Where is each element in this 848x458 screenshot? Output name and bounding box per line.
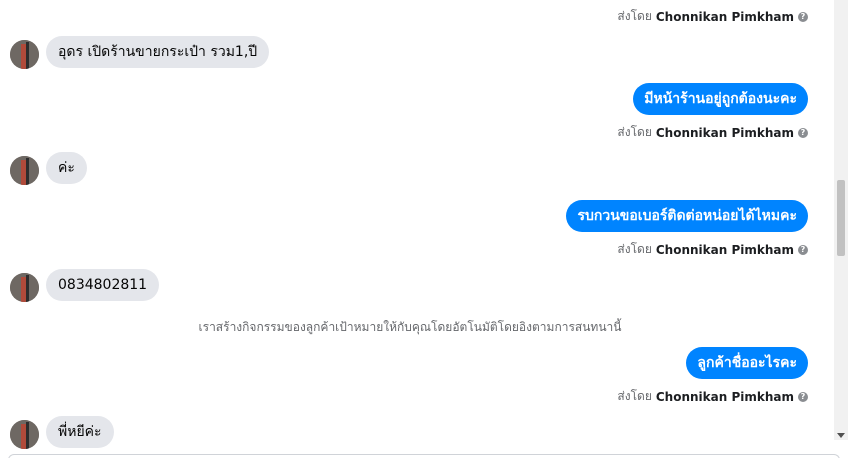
sender-name: Chonnikan Pimkham [655,242,794,257]
avatar-image [10,156,39,185]
sent-by-prefix: ส่งโดย [617,389,652,403]
scrollbar-thumb[interactable] [837,180,845,256]
sent-by-prefix: ส่งโดย [617,125,652,139]
sent-by-label: ส่งโดย Chonnikan Pimkham ? [617,7,808,26]
outgoing-message[interactable]: มีหน้าร้านอยู่ถูกต้องนะคะ [633,83,808,115]
avatar[interactable] [10,420,39,449]
avatar[interactable] [10,273,39,302]
chat-thread: ส่งโดย Chonnikan Pimkham ? อุดร เปิดร้าน… [0,0,848,458]
outgoing-message[interactable]: รบกวนขอเบอร์ติดต่อหน่อยได้ไหมคะ [566,200,808,232]
scroll-down-arrow-icon[interactable] [837,433,845,438]
help-icon[interactable]: ? [798,391,808,402]
sender-name: Chonnikan Pimkham [655,9,794,24]
scrollbar[interactable] [834,0,848,440]
incoming-message[interactable]: 0834802811 [46,269,160,301]
sender-name: Chonnikan Pimkham [655,125,794,140]
incoming-message[interactable]: อุดร เปิดร้านขายกระเป๋า รวม1,ปี [46,36,270,68]
sent-by-prefix: ส่งโดย [617,9,652,23]
sender-name: Chonnikan Pimkham [655,389,794,404]
message-composer[interactable] [8,454,840,458]
outgoing-message[interactable]: ลูกค้าชื่ออะไรคะ [686,347,808,379]
sent-by-label: ส่งโดย Chonnikan Pimkham ? [617,387,808,406]
incoming-message[interactable]: ค่ะ [46,152,87,184]
help-icon[interactable]: ? [798,11,808,22]
sent-by-label: ส่งโดย Chonnikan Pimkham ? [617,240,808,259]
system-note: เราสร้างกิจกรรมของลูกค้าเป้าหมายให้กับคุ… [198,320,622,334]
sent-by-label: ส่งโดย Chonnikan Pimkham ? [617,123,808,142]
avatar-image [10,273,39,302]
help-icon[interactable]: ? [798,244,808,255]
avatar-image [10,40,39,69]
help-icon[interactable]: ? [798,127,808,138]
avatar[interactable] [10,40,39,69]
sent-by-prefix: ส่งโดย [617,242,652,256]
avatar-image [10,420,39,449]
avatar[interactable] [10,156,39,185]
incoming-message[interactable]: พี่หยีค่ะ [46,416,114,448]
